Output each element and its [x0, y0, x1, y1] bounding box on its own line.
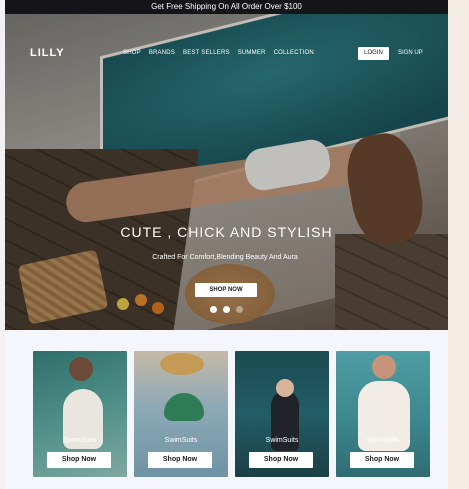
- shop-now-button[interactable]: Shop Now: [148, 452, 212, 468]
- shop-now-button[interactable]: Shop Now: [350, 452, 414, 468]
- carousel-dot-2[interactable]: [223, 306, 230, 313]
- carousel-dots: [210, 306, 243, 313]
- product-cards: SwimSuits Shop Now SwimSuits Shop Now Sw…: [33, 351, 430, 477]
- page-frame: Get Free Shipping On All Order Over $100…: [5, 0, 448, 489]
- shop-now-button[interactable]: Shop Now: [47, 452, 111, 468]
- hero-banner: LILLY SHOP BRANDS BEST SELLERS SUMMER CO…: [5, 14, 448, 330]
- model-head: [69, 357, 93, 381]
- announcement-bar: Get Free Shipping On All Order Over $100: [5, 0, 448, 14]
- login-button[interactable]: LOGIN: [358, 47, 389, 60]
- carousel-dot-1[interactable]: [210, 306, 217, 313]
- brand-logo[interactable]: LILLY: [30, 47, 65, 59]
- hero-headline: CUTE , CHICK AND STYLISH: [120, 224, 333, 240]
- product-card[interactable]: SwimSuits Shop Now: [33, 351, 127, 477]
- product-card[interactable]: SwimSuits Shop Now: [235, 351, 329, 477]
- product-category-label: SwimSuits: [265, 437, 299, 444]
- product-card[interactable]: SwimSuits Shop Now: [134, 351, 228, 477]
- main-nav: SHOP BRANDS BEST SELLERS SUMMER COLLECTI…: [123, 50, 314, 56]
- nav-item-best-sellers[interactable]: BEST SELLERS: [183, 50, 230, 56]
- model-head: [372, 355, 396, 379]
- shop-now-button[interactable]: Shop Now: [249, 452, 313, 468]
- signup-link[interactable]: SIGN UP: [398, 50, 423, 56]
- product-category-label: SwimSuits: [366, 437, 400, 444]
- hero-subline: Crafted For Comfort,Blending Beauty And …: [152, 254, 298, 261]
- product-category-label: SwimSuits: [164, 437, 198, 444]
- model-hat: [160, 353, 204, 375]
- hero-shop-now-button[interactable]: SHOP NOW: [195, 283, 257, 297]
- product-card[interactable]: SwimSuits Shop Now: [336, 351, 430, 477]
- nav-item-collection[interactable]: COLLECTION: [274, 50, 314, 56]
- product-category-label: SwimSuits: [63, 437, 97, 444]
- nav-item-brands[interactable]: BRANDS: [149, 50, 175, 56]
- nav-item-shop[interactable]: SHOP: [123, 50, 141, 56]
- outer-background: [448, 0, 469, 489]
- nav-item-summer[interactable]: SUMMER: [238, 50, 266, 56]
- model-head: [276, 379, 294, 397]
- carousel-dot-3[interactable]: [236, 306, 243, 313]
